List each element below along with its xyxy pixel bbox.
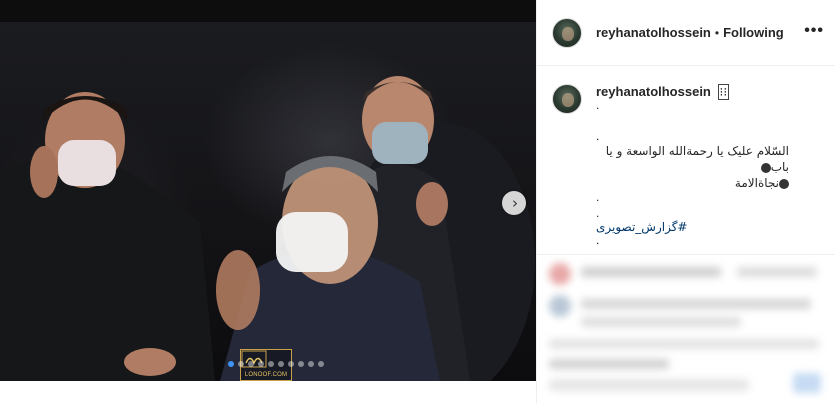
- carousel-dot: [258, 361, 264, 367]
- caption-dot-line: .: [596, 233, 600, 247]
- more-options-icon[interactable]: •••: [804, 22, 824, 40]
- chevron-right-icon: ›: [512, 193, 518, 212]
- carousel-dot: [248, 361, 254, 367]
- carousel-dot: [308, 361, 314, 367]
- carousel-indicator: [228, 361, 324, 367]
- username-glyph: ⁝⁝: [717, 84, 730, 100]
- caption-username[interactable]: reyhanatolhossein: [596, 84, 711, 99]
- caption-dot-line: .: [596, 190, 600, 204]
- caption-dot-line: .: [596, 206, 600, 220]
- caption-arabic-line-1: السّلام علیک یا رحمةالله الواسعة و یا با…: [596, 143, 789, 175]
- photo-illustration: [0, 76, 535, 381]
- arabic-text-2: نجاةالامة: [734, 176, 779, 190]
- carousel-dot: [278, 361, 284, 367]
- carousel-next-button[interactable]: ›: [502, 191, 526, 215]
- post-photo[interactable]: LONOOF.COM: [0, 22, 536, 381]
- carousel-dot: [318, 361, 324, 367]
- caption-row: reyhanatolhossein ⁝⁝ . . السّلام علیک یا…: [552, 84, 821, 247]
- post-header: reyhanatolhossein • Following •••: [537, 0, 835, 66]
- caption-arabic-line-2: نجاةالامة: [596, 175, 789, 191]
- carousel-dot: [298, 361, 304, 367]
- media-bottom-band: [0, 381, 536, 403]
- caption-section: reyhanatolhossein ⁝⁝ . . السّلام علیک یا…: [537, 67, 835, 254]
- instagram-post-view: LONOOF.COM › reyhanatolhossein • Followi…: [0, 0, 835, 403]
- caption-avatar[interactable]: [552, 84, 582, 114]
- following-button[interactable]: Following: [723, 25, 784, 40]
- watermark-text: LONOOF.COM: [244, 372, 288, 378]
- author-username[interactable]: reyhanatolhossein: [596, 25, 711, 40]
- caption-dot-line: .: [596, 129, 600, 143]
- media-top-band: [0, 0, 536, 22]
- carousel-dot: [288, 361, 294, 367]
- blurred-content: [537, 255, 835, 403]
- header-separator: •: [714, 25, 720, 40]
- emoji-icon: [760, 162, 771, 173]
- emoji-icon: [779, 178, 789, 189]
- carousel-dot: [238, 361, 244, 367]
- carousel-dot: [228, 361, 234, 367]
- caption-body: reyhanatolhossein ⁝⁝ . . السّلام علیک یا…: [596, 84, 816, 247]
- carousel-dot: [268, 361, 274, 367]
- caption-dot-line: .: [596, 98, 600, 112]
- hashtag-link[interactable]: #گزارش_تصویری: [596, 220, 816, 234]
- author-avatar[interactable]: [552, 17, 582, 48]
- caption-username-line: reyhanatolhossein ⁝⁝: [596, 84, 816, 100]
- blurred-comments-area: [537, 254, 835, 403]
- post-media-pane: LONOOF.COM ›: [0, 0, 536, 403]
- post-side-panel: reyhanatolhossein • Following ••• reyhan…: [536, 0, 835, 403]
